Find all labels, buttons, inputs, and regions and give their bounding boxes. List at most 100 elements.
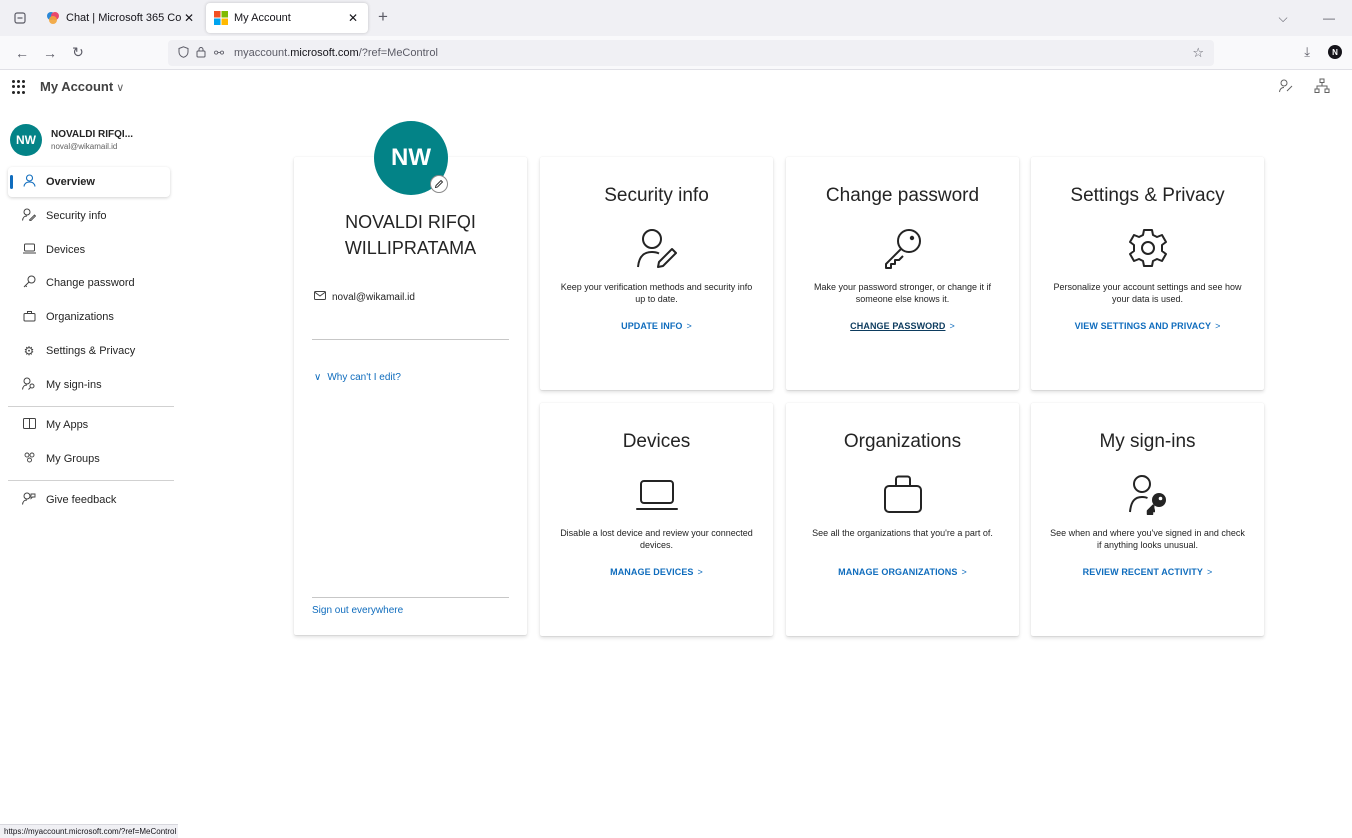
lock-icon[interactable] (192, 46, 210, 61)
chevron-down-icon: ∨ (314, 372, 322, 383)
profile-email: noval@wikamail.id (314, 291, 415, 303)
sidebar-item-label: Change password (46, 277, 135, 289)
sidebar-item-my-groups[interactable]: My Groups (8, 444, 170, 474)
sidebar-item-label: Settings & Privacy (46, 345, 136, 357)
sidebar-divider (8, 406, 174, 407)
new-tab-icon[interactable]: + (378, 7, 388, 27)
download-icon[interactable]: ⤓ (1304, 44, 1310, 60)
tab-list-icon[interactable] (6, 4, 34, 32)
tile-title: Change password (825, 185, 980, 206)
permissions-icon[interactable]: ⚯ (210, 46, 228, 60)
app-launcher-icon[interactable] (12, 80, 26, 94)
minimize-icon[interactable]: — (1306, 11, 1352, 25)
apps-icon (22, 418, 36, 432)
sidebar-item-label: Security info (46, 210, 107, 222)
tile-title: My sign-ins (1099, 431, 1196, 452)
tile-description: Keep your verification methods and secur… (560, 282, 753, 304)
gear-icon: ⚙ (23, 344, 35, 358)
tile-description: Disable a lost device and review your co… (560, 528, 753, 550)
microsoft-favicon-icon (214, 11, 228, 25)
user-short-name: NOVALDI RIFQI... (51, 129, 134, 140)
manage-organizations-link[interactable]: MANAGE ORGANIZATIONS > (786, 567, 1019, 577)
browser-status-bar: https://myaccount.microsoft.com/?ref=MeC… (0, 824, 178, 838)
browser-nav-bar: ← → ↻ ⚯ myaccount.microsoft.com/?ref=MeC… (0, 36, 1352, 70)
sidebar-item-label: My Groups (46, 453, 100, 465)
security-info-icon (637, 229, 677, 268)
pencil-icon (434, 179, 444, 189)
security-info-icon (22, 208, 37, 224)
sidebar-item-devices[interactable]: Devices (8, 235, 170, 265)
window-controls: ⌵ — (1260, 0, 1352, 36)
sidebar-item-my-apps[interactable]: My Apps (8, 410, 170, 440)
sidebar-item-label: Give feedback (46, 494, 117, 506)
briefcase-icon (22, 310, 36, 325)
gear-icon (1129, 229, 1167, 267)
user-summary: NW NOVALDI RIFQI... noval@wikamail.id (10, 120, 180, 160)
chevron-down-icon[interactable]: ⌵ (1260, 11, 1306, 26)
avatar: NW (10, 124, 42, 156)
sidebar-item-security-info[interactable]: Security info (8, 201, 170, 231)
sidebar-item-settings-privacy[interactable]: ⚙ Settings & Privacy (8, 336, 170, 366)
tab-title: My Account (234, 12, 291, 24)
tile-title: Security info (604, 185, 709, 206)
back-icon[interactable]: ← (8, 45, 36, 61)
tile-title: Devices (622, 431, 691, 452)
url-text: myaccount.microsoft.com/?ref=MeControl (234, 47, 438, 59)
review-recent-activity-link[interactable]: REVIEW RECENT ACTIVITY > (1031, 567, 1264, 577)
tile-description: See all the organizations that you're a … (812, 528, 993, 538)
tile-my-sign-ins: My sign-ins See when and where you've si… (1031, 403, 1264, 636)
change-password-link[interactable]: CHANGE PASSWORD > (786, 321, 1019, 331)
tile-change-password: Change password Make your password stron… (786, 157, 1019, 390)
mail-icon (314, 291, 326, 303)
close-tab-icon[interactable]: ✕ (346, 11, 360, 25)
address-bar[interactable]: ⚯ myaccount.microsoft.com/?ref=MeControl… (168, 40, 1214, 66)
sidebar-item-label: Organizations (46, 311, 114, 323)
org-chart-icon[interactable] (1314, 78, 1330, 97)
tile-settings-privacy: Settings & Privacy Personalize your acco… (1031, 157, 1264, 390)
tile-description: Make your password stronger, or change i… (813, 282, 992, 304)
update-info-link[interactable]: UPDATE INFO > (540, 321, 773, 331)
why-cant-i-edit-link[interactable]: ∨ Why can't I edit? (314, 372, 401, 383)
tile-description: See when and where you've signed in and … (1050, 528, 1245, 550)
manage-devices-link[interactable]: MANAGE DEVICES > (540, 567, 773, 577)
sign-out-everywhere-link[interactable]: Sign out everywhere (312, 605, 403, 616)
tile-security-info: Security info Keep your verification met… (540, 157, 773, 390)
close-tab-icon[interactable]: ✕ (182, 11, 196, 25)
app-header: My Account ∨ (0, 71, 1352, 103)
browser-tab-strip: Chat | Microsoft 365 Copilot ✕ My Accoun… (0, 0, 1352, 36)
profile-full-name: NOVALDI RIFQI WILLIPRATAMA (344, 212, 477, 258)
shield-icon[interactable] (174, 45, 192, 61)
sidebar-item-my-sign-ins[interactable]: My sign-ins (8, 370, 170, 400)
groups-icon (22, 452, 36, 467)
chevron-down-icon: ∨ (116, 82, 125, 94)
copilot-favicon-icon (47, 12, 59, 24)
browser-profile-icon[interactable]: N (1328, 45, 1342, 59)
tab-copilot[interactable]: Chat | Microsoft 365 Copilot ✕ (38, 3, 204, 33)
profile-divider (312, 339, 509, 340)
sidebar-item-give-feedback[interactable]: Give feedback (8, 485, 170, 515)
sidebar-item-organizations[interactable]: Organizations (8, 302, 170, 332)
tab-my-account[interactable]: My Account ✕ (206, 3, 368, 33)
briefcase-icon (884, 475, 922, 513)
app-title[interactable]: My Account ∨ (40, 79, 124, 94)
tile-devices: Devices Disable a lost device and review… (540, 403, 773, 636)
edit-avatar-button[interactable] (430, 175, 448, 193)
view-settings-privacy-link[interactable]: VIEW SETTINGS AND PRIVACY > (1031, 321, 1264, 331)
tile-title: Organizations (843, 431, 962, 452)
sidebar-item-overview[interactable]: Overview (8, 167, 170, 197)
sidebar-item-label: My sign-ins (46, 379, 102, 391)
reload-icon[interactable]: ↻ (64, 44, 92, 61)
tile-title: Settings & Privacy (1070, 185, 1225, 206)
key-icon (885, 229, 921, 269)
tile-description: Personalize your account settings and se… (1053, 282, 1242, 304)
feedback-icon (22, 492, 36, 508)
bookmark-star-icon[interactable]: ☆ (1192, 45, 1204, 61)
sidebar-item-label: Overview (46, 176, 95, 188)
key-icon (22, 275, 36, 291)
sidebar-item-change-password[interactable]: Change password (8, 268, 170, 298)
sidebar-item-label: Devices (46, 244, 86, 256)
person-icon (22, 174, 36, 190)
person-key-icon (22, 377, 36, 393)
feedback-person-icon[interactable] (1278, 78, 1294, 97)
forward-icon[interactable]: → (36, 45, 64, 61)
